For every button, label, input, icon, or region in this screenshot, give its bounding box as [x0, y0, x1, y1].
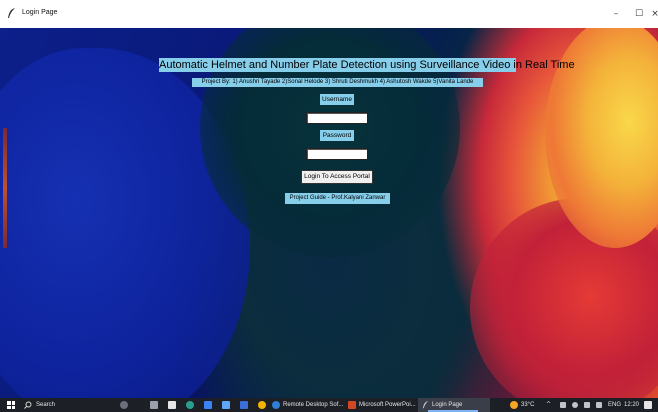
widgets-icon[interactable]	[120, 401, 128, 409]
login-canvas: Automatic Helmet and Number Plate Detect…	[0, 28, 658, 398]
username-input[interactable]	[306, 112, 368, 124]
store-icon[interactable]	[204, 401, 212, 409]
weather-temperature[interactable]: 33°C	[521, 398, 534, 412]
network-icon[interactable]	[560, 402, 566, 408]
feather-icon	[8, 8, 15, 18]
taskbar-search-label[interactable]: Search	[36, 398, 55, 412]
wallpaper-edge-stripe	[3, 128, 7, 248]
project-guide-label: Project Guide - Prof.Kalyani Zanwar	[285, 193, 390, 204]
password-label: Password	[320, 130, 354, 141]
language-indicator[interactable]: ENG	[608, 398, 621, 412]
chevron-up-icon[interactable]: ^	[546, 398, 551, 412]
project-members-label: Project By: 1) Anushri Tayade 2)Sonal He…	[192, 78, 483, 87]
close-button[interactable]: ×	[650, 6, 658, 22]
powerpoint-icon[interactable]	[348, 401, 356, 409]
search-icon[interactable]	[24, 401, 32, 409]
window-title-bar: Login Page – ☐ ×	[0, 0, 658, 28]
wifi-icon[interactable]	[572, 402, 578, 408]
weather-icon[interactable]	[510, 401, 518, 409]
taskbar: Search Remote Desktop Sof... Microsoft P…	[0, 398, 658, 412]
task-view-icon[interactable]	[150, 401, 158, 409]
notifications-icon[interactable]	[644, 401, 652, 409]
taskbar-app-powerpoint[interactable]: Microsoft PowerPoi...	[359, 398, 416, 412]
maximize-button[interactable]: ☐	[630, 6, 648, 22]
file-explorer-icon[interactable]	[222, 401, 230, 409]
taskbar-app-remote-desktop[interactable]: Remote Desktop Sof...	[283, 398, 343, 412]
remote-desktop-icon[interactable]	[272, 401, 280, 409]
window-title: Login Page	[22, 9, 58, 16]
username-label: Username	[320, 94, 354, 105]
chrome-icon[interactable]	[258, 401, 266, 409]
clock[interactable]: 12:20	[624, 398, 639, 412]
battery-icon[interactable]	[596, 402, 602, 408]
desktop-icon[interactable]	[168, 401, 176, 409]
minimize-button[interactable]: –	[607, 6, 625, 22]
mail-icon[interactable]	[240, 401, 248, 409]
login-button[interactable]: Login To Access Portal	[301, 170, 373, 184]
password-input[interactable]	[306, 148, 368, 160]
speaker-icon[interactable]	[584, 402, 590, 408]
edge-browser-icon[interactable]	[186, 401, 194, 409]
feather-icon	[422, 401, 429, 409]
page-title: Automatic Helmet and Number Plate Detect…	[159, 58, 575, 72]
windows-start-icon[interactable]	[7, 401, 15, 409]
